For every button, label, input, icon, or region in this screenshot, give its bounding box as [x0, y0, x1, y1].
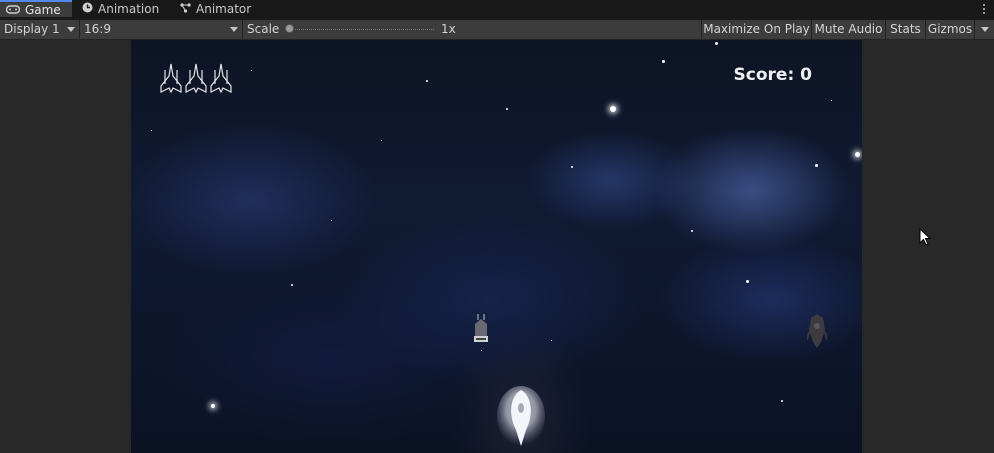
game-viewport[interactable]: Score: 0: [131, 40, 862, 453]
scale-label: Scale: [247, 22, 280, 36]
enemy-ship: [471, 314, 491, 349]
star: [746, 280, 749, 283]
star: [506, 108, 508, 110]
star: [251, 70, 252, 71]
star: [211, 404, 215, 408]
star: [691, 230, 693, 232]
star: [381, 140, 382, 141]
ship-icon: [184, 62, 208, 97]
mouse-cursor-icon: [919, 227, 932, 249]
star: [331, 220, 332, 221]
aspect-dropdown-label: 16:9: [84, 22, 111, 36]
editor-tab-bar: Game Animation Animator: [0, 0, 994, 20]
tab-game-label: Game: [25, 3, 61, 17]
scale-value: 1x: [441, 22, 456, 36]
star: [426, 80, 428, 82]
game-view-toolbar: Display 1 16:9 Scale 1x Maximize On Play…: [0, 20, 994, 40]
tab-animator[interactable]: Animator: [180, 0, 251, 19]
animator-icon: [180, 0, 191, 19]
chevron-down-icon: [230, 27, 238, 32]
star: [781, 400, 783, 402]
chevron-down-icon: [67, 27, 75, 32]
tab-animation-label: Animation: [98, 2, 160, 16]
gizmos-dropdown[interactable]: [974, 20, 994, 39]
star: [815, 164, 818, 167]
stats-button[interactable]: Stats: [885, 20, 925, 39]
aspect-dropdown[interactable]: 16:9: [80, 20, 243, 39]
ship-icon: [209, 62, 233, 97]
score-label: Score: 0: [733, 65, 812, 85]
tab-animation[interactable]: Animation: [82, 0, 159, 19]
mute-audio-button[interactable]: Mute Audio: [811, 20, 885, 39]
gamepad-icon: [5, 2, 21, 19]
star: [151, 130, 152, 131]
scale-slider-track[interactable]: [292, 29, 434, 31]
clock-icon: [82, 0, 93, 19]
star: [551, 340, 552, 341]
display-dropdown[interactable]: Display 1: [0, 20, 80, 39]
chevron-down-icon: [981, 27, 989, 32]
lives-indicator: [159, 62, 234, 97]
display-dropdown-label: Display 1: [4, 22, 60, 36]
star: [855, 152, 860, 157]
star: [662, 60, 665, 63]
scale-slider-handle[interactable]: [285, 24, 294, 33]
tab-animator-label: Animator: [196, 2, 252, 16]
tab-game[interactable]: Game: [0, 0, 72, 17]
star: [481, 350, 482, 351]
star: [715, 42, 718, 45]
ship-icon: [159, 62, 183, 97]
star: [831, 100, 832, 101]
gizmos-button[interactable]: Gizmos: [925, 20, 974, 39]
maximize-on-play-button[interactable]: Maximize On Play: [701, 20, 811, 39]
enemy-ship: [806, 314, 828, 351]
more-options-icon[interactable]: [982, 2, 986, 16]
star: [291, 284, 293, 286]
star: [571, 166, 573, 168]
player-ship: [496, 386, 546, 453]
star: [610, 106, 616, 112]
